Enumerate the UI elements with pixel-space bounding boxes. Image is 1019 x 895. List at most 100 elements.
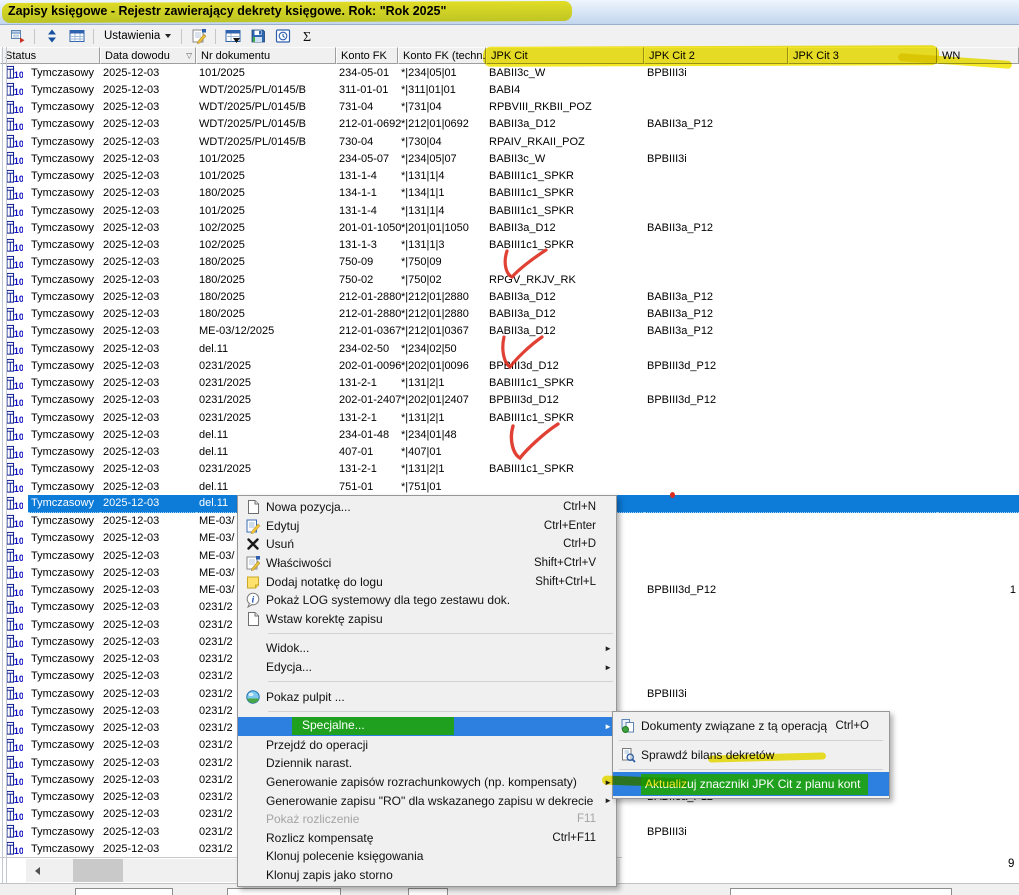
table-row[interactable]: 10Tymczasowy2025-12-03180/2025212-01-288… xyxy=(0,306,1019,323)
table-row[interactable]: 10Tymczasowy2025-12-03180/2025750-02*|75… xyxy=(0,271,1019,288)
column-header-tech[interactable]: Konto FK (techn... xyxy=(398,47,486,64)
column-header-jpk3[interactable]: JPK Cit 3 xyxy=(788,47,937,64)
submenu-item-sprawdź-bilans-dekretów[interactable]: Sprawdź bilans dekretów xyxy=(613,743,889,767)
svg-text:10: 10 xyxy=(14,432,23,442)
menu-item-generowanie-zapisu-ro-dla-wskazanego-zapisu-w-dekrecie[interactable]: Generowanie zapisu "RO" dla wskazanego z… xyxy=(238,791,616,810)
ledger-entry-icon: 10 xyxy=(6,324,23,339)
cell-wn xyxy=(937,168,1019,185)
column-header-jpk1[interactable]: JPK Cit xyxy=(486,47,644,64)
column-header-date[interactable]: Data dowodu▽ xyxy=(100,47,196,64)
table-row[interactable]: 10Tymczasowy2025-12-03WDT/2025/PL/0145/B… xyxy=(0,133,1019,150)
sum-button[interactable]: Σ xyxy=(296,26,319,46)
menu-item-klonuj-zapis-jako-storno[interactable]: Klonuj zapis jako storno xyxy=(238,866,616,885)
table-row[interactable]: 10Tymczasowy2025-12-03102/2025201-01-105… xyxy=(0,219,1019,236)
operations-button[interactable] xyxy=(6,26,29,46)
table-row[interactable]: 10Tymczasowy2025-12-03WDT/2025/PL/0145/B… xyxy=(0,116,1019,133)
column-header-nr[interactable]: Nr dokumentu xyxy=(196,47,336,64)
menu-item-przejdź-do-operacji[interactable]: Przejdź do operacji xyxy=(238,736,616,755)
cell-wn xyxy=(937,116,1019,133)
save-button[interactable] xyxy=(246,26,269,46)
table-row[interactable]: 10Tymczasowy2025-12-03del.11751-01*|751|… xyxy=(0,478,1019,495)
menu-item-właściwości[interactable]: WłaściwościShift+Ctrl+V xyxy=(238,554,616,573)
cell-jpk2 xyxy=(644,426,788,443)
table-row[interactable]: 10Tymczasowy2025-12-03101/2025234-05-07*… xyxy=(0,150,1019,167)
column-header-jpk2[interactable]: JPK Cit 2 xyxy=(644,47,788,64)
column-header-wn[interactable]: WN xyxy=(937,47,1019,64)
table-view-button[interactable] xyxy=(65,26,88,46)
svg-text:Σ: Σ xyxy=(303,30,311,44)
cell-jpk3 xyxy=(788,150,937,167)
ledger-entry-icon: 10 xyxy=(6,358,23,373)
cell-wn xyxy=(937,288,1019,305)
cell-konto: 131-2-1 xyxy=(336,461,398,478)
submenu-item-aktualizuj-znaczniki-jpk-cit-z-planu-kont[interactable]: Aktualizuj znaczniki JPK Cit z planu kon… xyxy=(613,772,889,796)
table-row[interactable]: 10Tymczasowy2025-12-03101/2025131-1-4*|1… xyxy=(0,168,1019,185)
cell-nr: del.11 xyxy=(196,426,336,443)
table-row[interactable]: 10Tymczasowy2025-12-03del.11234-02-50*|2… xyxy=(0,340,1019,357)
cell-status: Tymczasowy xyxy=(28,254,100,271)
menu-item-pokaż-log-systemowy-dla-tego-zestawu-dok[interactable]: iPokaż LOG systemowy dla tego zestawu do… xyxy=(238,591,616,610)
cell-jpk1: BABII3c_W xyxy=(486,64,644,81)
table-row[interactable]: 10Tymczasowy2025-12-03101/2025131-1-4*|1… xyxy=(0,202,1019,219)
table-row[interactable]: 10Tymczasowy2025-12-030231/2025131-2-1*|… xyxy=(0,461,1019,478)
table-row[interactable]: 10Tymczasowy2025-12-03del.11407-01*|407|… xyxy=(0,444,1019,461)
table-row[interactable]: 10Tymczasowy2025-12-030231/2025202-01-24… xyxy=(0,392,1019,409)
table-dropdown-button[interactable] xyxy=(221,26,244,46)
table-row[interactable]: 10Tymczasowy2025-12-03ME-03/12/2025212-0… xyxy=(0,323,1019,340)
table-row[interactable]: 10Tymczasowy2025-12-030231/2025131-2-1*|… xyxy=(0,375,1019,392)
cell-status: Tymczasowy xyxy=(28,64,100,81)
table-row[interactable]: 10Tymczasowy2025-12-03180/2025212-01-288… xyxy=(0,288,1019,305)
menu-item-rozlicz-kompensatę[interactable]: Rozlicz kompensatęCtrl+F11 xyxy=(238,829,616,848)
cell-jpk1: BABIII1c1_SPKR xyxy=(486,202,644,219)
menu-item-label: Właściwości xyxy=(266,556,534,570)
column-header-status[interactable]: Status xyxy=(0,47,100,64)
menu-item-edycja[interactable]: Edycja...► xyxy=(238,658,616,677)
cell-jpk1 xyxy=(486,254,644,271)
ledger-entry-icon: 10 xyxy=(6,669,23,684)
ledger-entry-icon: 10 xyxy=(6,548,23,563)
cell-nr: 101/2025 xyxy=(196,202,336,219)
submenu-item-dokumenty-związane-z-tą-operacją[interactable]: Dokumenty związane z tą operacjąCtrl+O xyxy=(613,714,889,738)
menu-item-specjalne[interactable]: Specjalne...► xyxy=(238,717,616,736)
journal-button[interactable] xyxy=(271,26,294,46)
cell-date: 2025-12-03 xyxy=(100,306,196,323)
ledger-entry-icon: 10 xyxy=(6,445,23,460)
expand-collapse-button[interactable] xyxy=(40,26,63,46)
table-row[interactable]: 10Tymczasowy2025-12-03WDT/2025/PL/0145/B… xyxy=(0,99,1019,116)
properties-button[interactable] xyxy=(187,26,210,46)
menu-item-klonuj-polecenie-księgowania[interactable]: Klonuj polecenie księgowania xyxy=(238,847,616,866)
cell-jpk3 xyxy=(788,582,937,599)
menu-item-nowa-pozycja[interactable]: Nowa pozycja...Ctrl+N xyxy=(238,498,616,517)
table-row[interactable]: 10Tymczasowy2025-12-03WDT/2025/PL/0145/B… xyxy=(0,81,1019,98)
settings-dropdown[interactable]: Ustawienia xyxy=(99,26,176,46)
cell-status: Tymczasowy xyxy=(28,237,100,254)
column-header-label: JPK Cit 2 xyxy=(649,50,695,62)
scroll-left-arrow-icon[interactable] xyxy=(28,859,46,882)
cell-wn xyxy=(937,478,1019,495)
menu-item-edytuj[interactable]: EdytujCtrl+Enter xyxy=(238,517,616,536)
menu-item-wstaw-korektę-zapisu[interactable]: Wstaw korektę zapisu xyxy=(238,610,616,629)
svg-text:10: 10 xyxy=(14,122,23,132)
cell-jpk1: BABII3a_D12 xyxy=(486,288,644,305)
menu-item-dodaj-notatkę-do-logu[interactable]: Dodaj notatkę do loguShift+Ctrl+L xyxy=(238,572,616,591)
cell-jpk1: BABIII1c1_SPKR xyxy=(486,461,644,478)
menu-item-widok[interactable]: Widok...► xyxy=(238,639,616,658)
cell-status: Tymczasowy xyxy=(28,375,100,392)
table-row[interactable]: 10Tymczasowy2025-12-03del.11234-01-48*|2… xyxy=(0,426,1019,443)
menu-item-dziennik-narast[interactable]: Dziennik narast. xyxy=(238,754,616,773)
table-row[interactable]: 10Tymczasowy2025-12-030231/2025202-01-00… xyxy=(0,357,1019,374)
table-row[interactable]: 10Tymczasowy2025-12-03180/2025134-1-1*|1… xyxy=(0,185,1019,202)
table-row[interactable]: 10Tymczasowy2025-12-03180/2025750-09*|75… xyxy=(0,254,1019,271)
scrollbar-thumb[interactable] xyxy=(73,859,123,882)
table-row[interactable]: 10Tymczasowy2025-12-030231/2025131-2-1*|… xyxy=(0,409,1019,426)
table-row[interactable]: 10Tymczasowy2025-12-03102/2025131-1-3*|1… xyxy=(0,237,1019,254)
cell-date: 2025-12-03 xyxy=(100,133,196,150)
menu-item-label: Dziennik narast. xyxy=(266,756,596,770)
menu-item-generowanie-zapisów-rozrachunkowych-np-kompensaty[interactable]: Generowanie zapisów rozrachunkowych (np.… xyxy=(238,773,616,792)
menu-item-pokaz-pulpit[interactable]: Pokaz pulpit ... xyxy=(238,687,616,706)
menu-item-usuń[interactable]: UsuńCtrl+D xyxy=(238,535,616,554)
ledger-entry-icon: 10 xyxy=(6,341,23,356)
table-row[interactable]: 10Tymczasowy2025-12-03101/2025234-05-01*… xyxy=(0,64,1019,81)
cell-nr: 101/2025 xyxy=(196,168,336,185)
column-header-konto[interactable]: Konto FK xyxy=(336,47,398,64)
